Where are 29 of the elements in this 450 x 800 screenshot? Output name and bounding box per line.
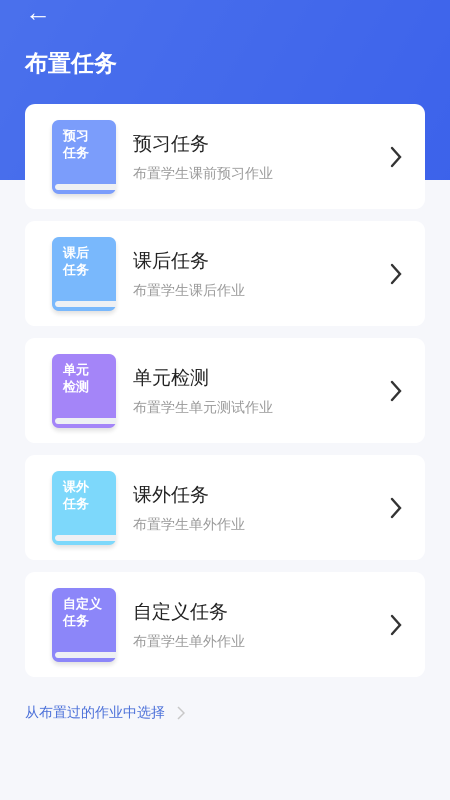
task-description: 布置学生单元测试作业 bbox=[133, 398, 274, 416]
chevron-right-icon bbox=[177, 706, 185, 720]
task-card[interactable]: 单元检测 单元检测 布置学生单元测试作业 bbox=[25, 338, 425, 443]
chevron-right-icon bbox=[389, 496, 403, 518]
book-label: 预习任务 bbox=[63, 128, 89, 162]
book-label: 单元检测 bbox=[63, 362, 89, 396]
task-description: 布置学生课前预习作业 bbox=[133, 164, 274, 182]
task-description: 布置学生单外作业 bbox=[133, 516, 246, 534]
book-label: 课后任务 bbox=[63, 244, 89, 278]
chevron-right-icon bbox=[389, 614, 403, 636]
task-title: 课外任务 bbox=[133, 482, 210, 508]
task-title: 预习任务 bbox=[133, 132, 210, 156]
book-label: 自定义任务 bbox=[63, 596, 102, 630]
task-description: 布置学生课后作业 bbox=[133, 282, 246, 300]
chevron-right-icon bbox=[389, 380, 403, 402]
chevron-right-icon bbox=[389, 262, 403, 284]
history-link[interactable]: 从布置过的作业中选择 bbox=[25, 704, 165, 722]
task-card[interactable]: 课后任务 课后任务 布置学生课后作业 bbox=[25, 221, 425, 326]
task-title: 单元检测 bbox=[133, 366, 210, 390]
book-label: 课外任务 bbox=[63, 478, 89, 512]
page-title: 布置任务 bbox=[25, 50, 118, 79]
chevron-right-icon bbox=[389, 146, 403, 168]
task-card[interactable]: 预习任务 预习任务 布置学生课前预习作业 bbox=[25, 104, 425, 209]
task-description: 布置学生单外作业 bbox=[133, 632, 246, 650]
task-title: 自定义任务 bbox=[133, 600, 229, 624]
task-title: 课后任务 bbox=[133, 248, 210, 274]
task-card[interactable]: 自定义任务 自定义任务 布置学生单外作业 bbox=[25, 572, 425, 677]
task-card[interactable]: 课外任务 课外任务 布置学生单外作业 bbox=[25, 455, 425, 560]
back-button[interactable]: ← bbox=[25, 0, 51, 24]
